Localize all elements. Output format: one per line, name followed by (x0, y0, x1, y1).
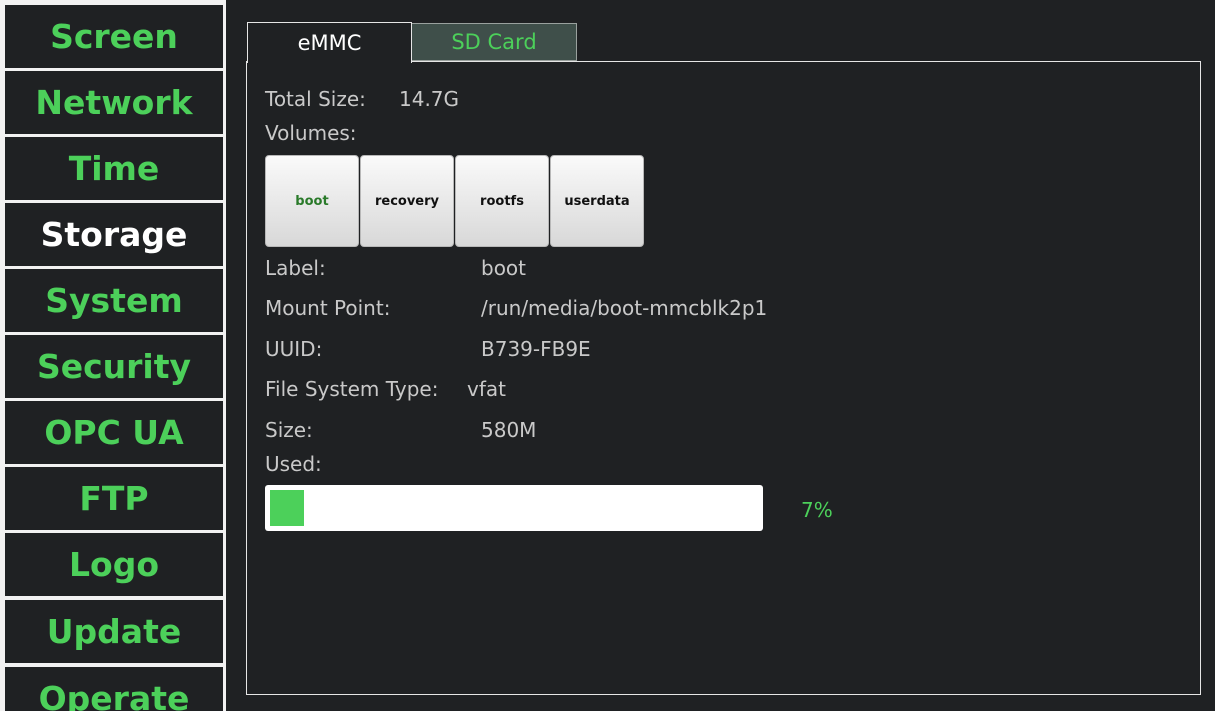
detail-mount-value: /run/media/boot-mmcblk2p1 (481, 296, 768, 320)
sidebar-item-update[interactable]: Update (5, 600, 223, 663)
detail-used-key: Used: (265, 452, 322, 476)
sidebar-divider (226, 0, 228, 711)
tab-emmc[interactable]: eMMC (247, 22, 412, 63)
total-size-value: 14.7G (399, 87, 460, 111)
total-size-label: Total Size: (265, 87, 366, 111)
used-progress-fill (270, 490, 304, 526)
sidebar-item-screen[interactable]: Screen (5, 5, 223, 68)
sidebar-item-logo[interactable]: Logo (5, 533, 223, 596)
detail-mount-key: Mount Point: (265, 296, 391, 320)
detail-uuid-key: UUID: (265, 337, 323, 361)
sidebar: Screen Network Time Storage System Secur… (0, 0, 226, 711)
sidebar-item-storage[interactable]: Storage (5, 203, 223, 266)
detail-label-value: boot (481, 256, 527, 280)
used-percent-text: 7% (801, 498, 833, 522)
detail-fs-key: File System Type: (265, 377, 439, 401)
sidebar-item-ftp[interactable]: FTP (5, 467, 223, 530)
volume-button-rootfs[interactable]: rootfs (455, 155, 549, 247)
sidebar-item-time[interactable]: Time (5, 137, 223, 200)
sidebar-item-security[interactable]: Security (5, 335, 223, 398)
sidebar-item-system[interactable]: System (5, 269, 223, 332)
sidebar-item-operate[interactable]: Operate (5, 667, 223, 711)
volume-button-recovery[interactable]: recovery (360, 155, 454, 247)
used-progress-bar (265, 485, 763, 531)
detail-size-key: Size: (265, 418, 313, 442)
detail-fs-value: vfat (467, 377, 506, 401)
detail-label-key: Label: (265, 256, 326, 280)
sidebar-item-network[interactable]: Network (5, 71, 223, 134)
volumes-label: Volumes: (265, 121, 357, 145)
volume-button-boot[interactable]: boot (265, 155, 359, 247)
tab-sd-card[interactable]: SD Card (411, 23, 577, 61)
detail-uuid-value: B739-FB9E (481, 337, 591, 361)
sidebar-item-opc-ua[interactable]: OPC UA (5, 401, 223, 464)
volume-button-userdata[interactable]: userdata (550, 155, 644, 247)
detail-size-value: 580M (481, 418, 537, 442)
